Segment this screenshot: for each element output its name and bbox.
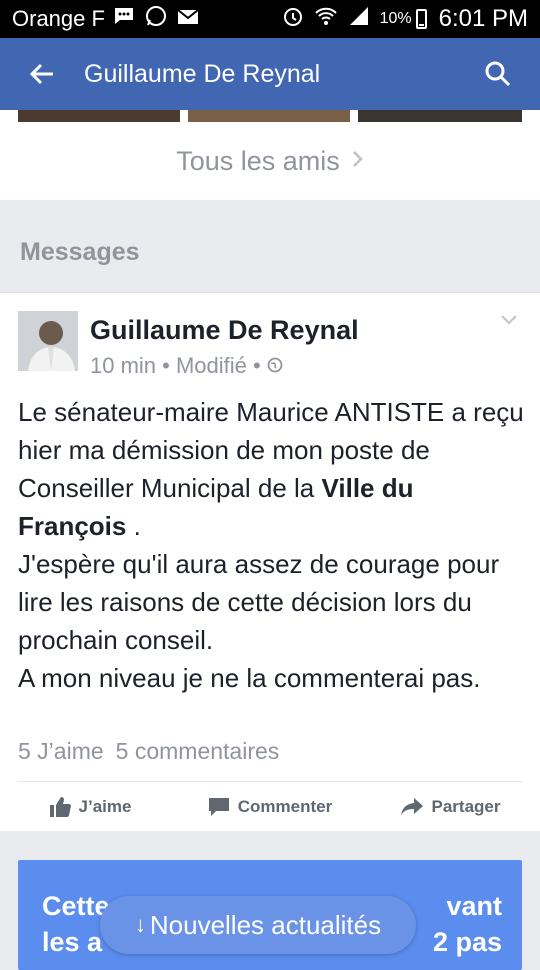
messenger-icon <box>113 6 135 32</box>
all-friends-label: Tous les amis <box>176 145 340 176</box>
share-icon <box>400 798 423 816</box>
post-body: Le sénateur-maire Maurice ANTISTE a reçu… <box>18 393 524 697</box>
post-paragraph: J'espère qu'il aura assez de courage pou… <box>18 549 500 655</box>
post-card: Guillaume De Reynal 10 min • Modifié • L… <box>0 292 540 831</box>
new-stories-button[interactable]: ↓ Nouvelles actualités <box>100 896 416 954</box>
post-actions: J’aime Commenter Partager <box>0 789 540 825</box>
likes-count[interactable]: 5 J’aime <box>18 738 104 764</box>
alarm-icon <box>282 5 304 33</box>
carrier-name: Orange F <box>12 6 105 31</box>
meta-separator: • <box>156 353 176 378</box>
friends-photo-strip <box>0 110 540 122</box>
arrow-down-icon: ↓ <box>134 912 146 937</box>
clock: 6:01 PM <box>438 5 528 32</box>
battery-percent: 10% <box>379 10 412 27</box>
post-paragraph: A mon niveau je ne la commenterai pas. <box>18 663 481 693</box>
globe-icon <box>267 353 283 379</box>
mail-icon <box>177 8 199 31</box>
search-icon[interactable] <box>456 38 540 110</box>
post-time[interactable]: 10 min <box>90 353 156 379</box>
friend-photo[interactable] <box>18 110 180 122</box>
battery-icon <box>415 9 427 29</box>
chevron-right-icon <box>352 148 364 174</box>
section-title: Messages <box>20 238 140 266</box>
share-button[interactable]: Partager <box>360 797 540 817</box>
chevron-down-icon[interactable] <box>500 313 518 331</box>
post-meta: 10 min • Modifié • <box>90 353 283 379</box>
arrow-back-icon[interactable] <box>0 38 84 110</box>
post-author[interactable]: Guillaume De Reynal <box>90 315 359 346</box>
whatsapp-icon <box>145 5 167 33</box>
avatar[interactable] <box>18 311 78 371</box>
divider <box>18 781 522 782</box>
page-title: Guillaume De Reynal <box>84 59 321 88</box>
signal-icon <box>348 6 370 32</box>
all-friends-link[interactable]: Tous les amis <box>0 122 540 200</box>
comment-button[interactable]: Commenter <box>180 797 360 817</box>
reaction-counts[interactable]: 5 J’aime 5 commentaires <box>18 738 279 765</box>
comments-count[interactable]: 5 commentaires <box>116 738 280 764</box>
like-button[interactable]: J’aime <box>0 796 180 818</box>
thumbs-up-icon <box>49 797 71 817</box>
new-stories-label: Nouvelles actualités <box>149 909 382 940</box>
post-edited[interactable]: Modifié <box>176 353 247 379</box>
status-bar: Orange F 10% 6:01 PM <box>0 0 540 38</box>
post-paragraph: Le sénateur-maire Maurice ANTISTE a reçu… <box>18 397 524 541</box>
friend-photo[interactable] <box>188 110 350 122</box>
meta-separator: • <box>246 353 261 378</box>
friend-photo[interactable] <box>358 110 522 122</box>
comment-icon <box>208 798 229 816</box>
app-bar: Guillaume De Reynal <box>0 38 540 110</box>
wifi-icon <box>314 6 338 32</box>
